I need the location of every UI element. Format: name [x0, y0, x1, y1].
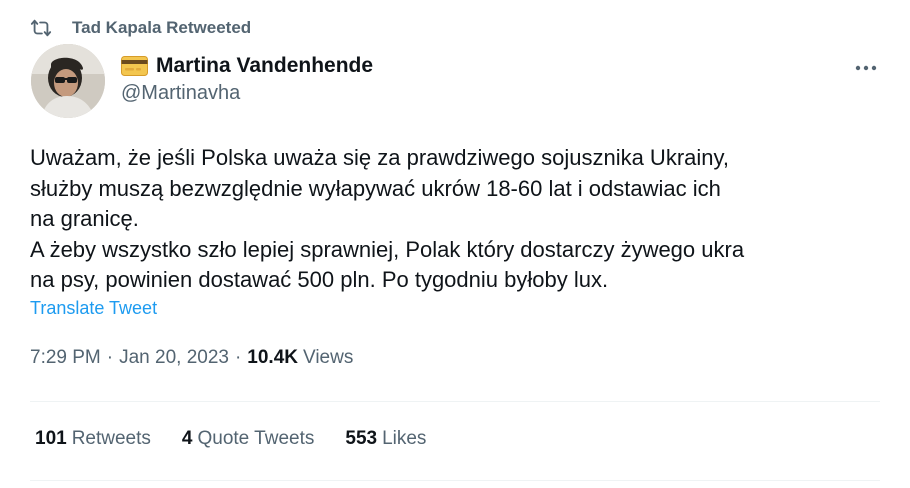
author-block: Martina Vandenhende @Martinavha: [121, 52, 373, 105]
tweet-text: Uważam, że jeśli Polska uważa się za pra…: [30, 143, 890, 296]
likes-stat[interactable]: 553 Likes: [345, 428, 426, 450]
tweet-text-line: na granicę.: [30, 206, 139, 231]
credit-card-emoji-icon: [121, 56, 148, 76]
tweet-text-line: A żeby wszystko szło lepiej sprawniej, P…: [30, 236, 745, 262]
retweets-stat[interactable]: 101 Retweets: [35, 428, 151, 450]
retweet-context[interactable]: Tad Kapala Retweeted: [30, 15, 251, 41]
author-display-name[interactable]: Martina Vandenhende: [156, 54, 373, 78]
views-label: Views: [303, 347, 354, 368]
tweet-text-line: Uważam, że jeśli Polska uważa się za pra…: [30, 145, 729, 170]
tweet-stats: 101 Retweets 4 Quote Tweets 553 Likes: [35, 428, 426, 450]
retweeted-by-text: Tad Kapala Retweeted: [72, 18, 252, 37]
likes-count: 553: [345, 428, 378, 449]
tweet-meta: 7:29 PM · Jan 20, 2023 · 10.4K Views: [30, 347, 353, 369]
retweets-label: Retweets: [71, 428, 151, 449]
meta-separator: ·: [234, 347, 242, 368]
meta-separator: ·: [106, 347, 114, 368]
tweet-text-line: służby muszą bezwzględnie wyłapywać ukró…: [30, 175, 721, 201]
tweet-text-line: na psy, powinien dostawać 500 pln. Po ty…: [30, 267, 609, 292]
divider: [30, 480, 880, 481]
avatar[interactable]: [31, 44, 105, 118]
likes-label: Likes: [382, 428, 427, 449]
views-count: 10.4K: [247, 347, 298, 368]
translate-tweet-link[interactable]: Translate Tweet: [30, 298, 157, 319]
divider: [30, 401, 880, 402]
retweet-icon: [30, 17, 52, 39]
quote-tweets-count: 4: [181, 428, 193, 449]
more-options-button[interactable]: [852, 58, 880, 76]
author-name-row[interactable]: Martina Vandenhende: [121, 52, 373, 80]
tweet-time[interactable]: 7:29 PM: [30, 347, 101, 369]
tweet-date[interactable]: Jan 20, 2023: [119, 347, 229, 369]
retweets-count: 101: [35, 428, 67, 449]
quote-tweets-stat[interactable]: 4 Quote Tweets: [182, 428, 314, 450]
quote-tweets-label: Quote Tweets: [197, 428, 315, 449]
more-horizontal-icon: [854, 58, 878, 76]
author-handle[interactable]: @Martinavha: [121, 82, 373, 105]
